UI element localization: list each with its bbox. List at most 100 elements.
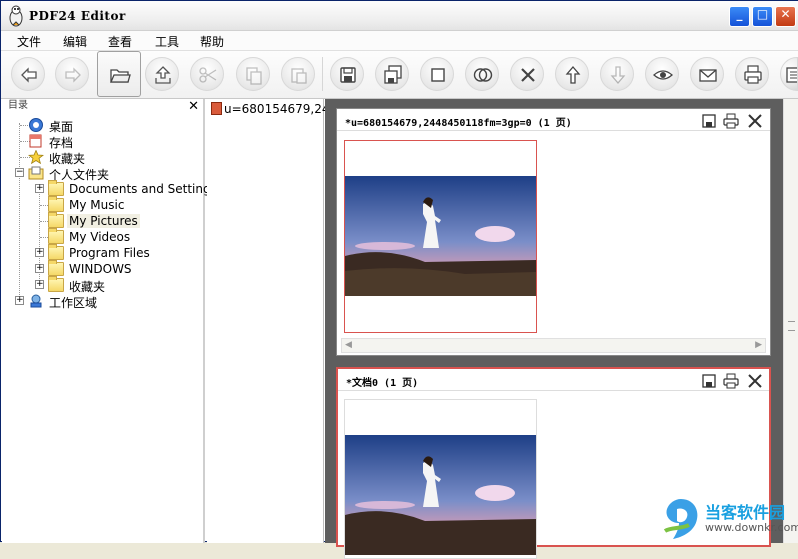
photo-woman-on-rocks bbox=[345, 435, 536, 555]
menu-tools[interactable]: 工具 bbox=[155, 33, 179, 50]
new-page-button[interactable] bbox=[420, 57, 454, 91]
pdf-file-icon bbox=[211, 102, 222, 115]
minimize-button[interactable]: _ bbox=[729, 6, 750, 27]
folder-tree-panel: 目录 ✕ 桌面 存档 收藏夹 − 个人文件夹 + Documents and S… bbox=[2, 99, 217, 543]
open-button[interactable] bbox=[97, 51, 141, 97]
tree-connector bbox=[40, 221, 48, 222]
file-item-name: u=680154679,24 bbox=[224, 102, 330, 116]
print-button[interactable] bbox=[735, 57, 769, 91]
move-down-button[interactable] bbox=[600, 57, 634, 91]
tree-node-label: 工作区域 bbox=[49, 296, 98, 310]
toolbar-separator bbox=[322, 57, 323, 91]
tree-node-label: My Videos bbox=[69, 230, 131, 244]
import-button[interactable] bbox=[145, 57, 179, 91]
print-icon[interactable] bbox=[723, 373, 739, 389]
folder-icon bbox=[48, 228, 64, 244]
tree-node-label: 个人文件夹 bbox=[49, 168, 110, 182]
email-icon bbox=[699, 69, 717, 82]
save-button[interactable] bbox=[330, 57, 364, 91]
menu-edit[interactable]: 编辑 bbox=[63, 33, 87, 50]
tree-connector bbox=[19, 123, 20, 303]
horizontal-scrollbar[interactable]: ◀ ▶ bbox=[341, 338, 766, 353]
favorites-star-icon bbox=[28, 150, 44, 164]
paste-icon bbox=[291, 68, 307, 84]
cut-button[interactable] bbox=[190, 57, 224, 91]
merge-icon bbox=[473, 68, 493, 82]
forward-button[interactable] bbox=[55, 57, 89, 91]
tree-node-label: My Pictures bbox=[67, 214, 140, 228]
close-window-button[interactable]: ✕ bbox=[775, 6, 796, 27]
expand-toggle[interactable]: + bbox=[35, 280, 44, 289]
preview-eye-icon bbox=[653, 70, 673, 80]
settings-icon bbox=[786, 67, 797, 83]
photo-woman-on-rocks bbox=[345, 176, 536, 296]
menu-bar: 文件 编辑 查看 工具 帮助 bbox=[1, 31, 798, 51]
page-thumbnail[interactable] bbox=[344, 399, 537, 559]
workspace-icon bbox=[30, 294, 42, 308]
scroll-grip[interactable] bbox=[788, 321, 795, 331]
document-workspace: *u=680154679,2448450118fm=3gp=0 (1 页) ◀ … bbox=[325, 99, 783, 559]
maximize-button[interactable]: □ bbox=[752, 6, 773, 27]
tree-node-label: 收藏夹 bbox=[69, 280, 106, 294]
save-icon[interactable] bbox=[701, 113, 717, 129]
settings-button[interactable] bbox=[780, 57, 798, 91]
open-folder-icon bbox=[110, 69, 131, 83]
toolbar bbox=[1, 51, 798, 99]
menu-file[interactable]: 文件 bbox=[17, 33, 41, 50]
file-item[interactable]: u=680154679,24 bbox=[211, 102, 329, 116]
tree-panel-title: 目录 bbox=[8, 100, 28, 111]
expand-toggle[interactable]: + bbox=[35, 264, 44, 273]
maximize-icon: □ bbox=[756, 7, 769, 21]
menu-view[interactable]: 查看 bbox=[108, 33, 132, 50]
new-page-icon bbox=[431, 68, 445, 82]
tree-node-label: 收藏夹 bbox=[49, 152, 86, 166]
merge-button[interactable] bbox=[465, 57, 499, 91]
desktop-icon bbox=[29, 118, 43, 132]
back-button[interactable] bbox=[11, 57, 45, 91]
email-button[interactable] bbox=[690, 57, 724, 91]
scroll-right-icon[interactable]: ▶ bbox=[755, 340, 762, 350]
close-icon[interactable] bbox=[747, 113, 763, 129]
print-icon[interactable] bbox=[723, 113, 739, 129]
title-bar[interactable]: PDF24 Editor _ □ ✕ bbox=[1, 1, 798, 31]
watermark-logo: 当客软件园 www.downkr.com bbox=[661, 497, 798, 543]
document-title-bar: *文档0 (1 页) bbox=[338, 369, 769, 391]
minimize-icon: _ bbox=[736, 7, 743, 21]
personal-folder-icon bbox=[28, 166, 44, 180]
tree-node-label: WINDOWS bbox=[69, 262, 132, 276]
page-thumbnail[interactable] bbox=[344, 140, 537, 333]
tree-node-label: My Music bbox=[69, 198, 125, 212]
expand-toggle[interactable]: + bbox=[15, 296, 24, 305]
copy-button[interactable] bbox=[236, 57, 270, 91]
tree-node-label: Program Files bbox=[69, 246, 150, 260]
move-up-button[interactable] bbox=[555, 57, 589, 91]
folder-icon bbox=[48, 180, 64, 196]
save-as-icon bbox=[384, 65, 402, 84]
tree-node-label: Documents and Settings bbox=[69, 182, 217, 196]
archive-icon bbox=[29, 134, 42, 148]
tree-node-label: 存档 bbox=[49, 136, 74, 150]
tree-panel-header: 目录 ✕ bbox=[2, 99, 205, 115]
vertical-scrollbar[interactable] bbox=[783, 99, 798, 543]
collapse-toggle[interactable]: − bbox=[15, 168, 24, 177]
document-window[interactable]: *u=680154679,2448450118fm=3gp=0 (1 页) ◀ … bbox=[336, 108, 771, 356]
expand-toggle[interactable]: + bbox=[35, 184, 44, 193]
tree-panel-close-button[interactable]: ✕ bbox=[188, 99, 199, 114]
menu-help[interactable]: 帮助 bbox=[200, 33, 224, 50]
expand-toggle[interactable]: + bbox=[35, 248, 44, 257]
paste-button[interactable] bbox=[281, 57, 315, 91]
move-down-icon bbox=[610, 66, 626, 84]
arrow-left-icon bbox=[21, 67, 37, 83]
close-icon[interactable] bbox=[747, 373, 763, 389]
window-title: PDF24 Editor bbox=[29, 9, 126, 23]
app-window: PDF24 Editor _ □ ✕ 文件 编辑 查看 工具 帮助 目录 ✕ 桌… bbox=[0, 0, 798, 559]
save-as-button[interactable] bbox=[375, 57, 409, 91]
cut-icon bbox=[199, 67, 217, 83]
save-icon[interactable] bbox=[701, 373, 717, 389]
preview-button[interactable] bbox=[645, 57, 679, 91]
delete-button[interactable] bbox=[510, 57, 544, 91]
folder-icon bbox=[48, 244, 64, 260]
scroll-left-icon[interactable]: ◀ bbox=[345, 340, 352, 350]
watermark-url: www.downkr.com bbox=[705, 521, 798, 534]
move-up-icon bbox=[565, 66, 581, 84]
